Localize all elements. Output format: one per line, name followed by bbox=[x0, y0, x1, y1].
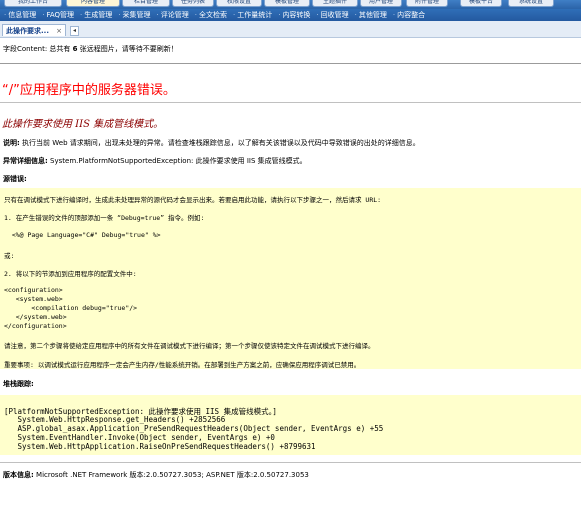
subnav-item[interactable]: · 内容转换 bbox=[274, 9, 312, 21]
source-line: 重要事项: 以调试模式运行应用程序一定会产生内存/性能系统开销。在部署到生产方案… bbox=[4, 361, 361, 369]
document-tab-strip: 此操作要求... × ◂ bbox=[0, 21, 581, 38]
top-tab-attachments[interactable]: 附件管理 bbox=[406, 0, 448, 7]
subnav-item[interactable]: · 采集管理 bbox=[114, 9, 152, 21]
subnav-item[interactable]: · FAQ管理 bbox=[38, 9, 76, 21]
divider bbox=[0, 462, 581, 463]
stack-line: System.Web.HttpApplication.RaiseOnPreSen… bbox=[4, 442, 316, 451]
source-line: 2. 将以下的节添加到应用程序的配置文件中: bbox=[4, 270, 137, 278]
subnav-item[interactable]: · 工作量统计 bbox=[229, 9, 274, 21]
subnav-item[interactable]: · 其他管理 bbox=[351, 9, 389, 21]
top-tab-template-platform[interactable]: 模板平台 bbox=[460, 0, 502, 7]
stack-trace-box: [PlatformNotSupportedException: 此操作要求使用 … bbox=[0, 395, 581, 455]
source-error-box: 只有在调试模式下进行编译时，生成此未处理异常的源代码才会显示出来。若要启用此功能… bbox=[0, 188, 581, 369]
subnav-item[interactable]: · 评论管理 bbox=[153, 9, 191, 21]
source-line: <%@ Page Language="C#" Debug="true" %> bbox=[4, 231, 161, 239]
document-tab[interactable]: 此操作要求... × bbox=[2, 24, 66, 36]
source-line: <configuration> bbox=[4, 286, 63, 294]
subnav-item[interactable]: · 信息管理 bbox=[0, 9, 38, 21]
source-line: 1. 在产生错误的文件的顶部添加一条 “Debug=true” 指令。例如: bbox=[4, 214, 205, 222]
subnav-item[interactable]: · 生成管理 bbox=[76, 9, 114, 21]
top-tab-workbench[interactable]: 我的工作台 bbox=[4, 0, 62, 7]
document-tab-label: 此操作要求... bbox=[6, 27, 49, 35]
source-line: <compilation debug="true"/> bbox=[4, 304, 138, 312]
error-subtitle: 此操作要求使用 IIS 集成管线模式。 bbox=[2, 119, 164, 130]
version-info: 版本信息: Microsoft .NET Framework 版本:2.0.50… bbox=[3, 471, 309, 479]
divider bbox=[0, 102, 581, 103]
exception-details: 异常详细信息: System.PlatformNotSupportedExcep… bbox=[3, 157, 307, 165]
progress-notice: 字段Content: 总共有 6 张远程图片，请等待不要刷新！ bbox=[3, 45, 178, 53]
top-tab-users[interactable]: 用户管理 bbox=[360, 0, 402, 7]
source-line: <system.web> bbox=[4, 295, 63, 303]
tab-menu-icon[interactable]: ◂ bbox=[70, 26, 79, 36]
source-line: 请注意，第二个步骤将使给定应用程序中的所有文件在调试模式下进行编译；第一个步骤仅… bbox=[4, 342, 375, 350]
subnav-item[interactable]: · 全文检索 bbox=[191, 9, 229, 21]
close-icon[interactable]: × bbox=[56, 25, 62, 37]
error-description: 说明: 执行当前 Web 请求期间，出现未处理的异常。请检查堆栈跟踪信息，以了解… bbox=[3, 139, 420, 147]
top-navigation: 我的工作台 内容管理 栏目管理 任务列表 权限设置 模板管理 主题插件 用户管理… bbox=[0, 0, 581, 9]
top-tab-column[interactable]: 栏目管理 bbox=[122, 0, 170, 7]
divider bbox=[0, 63, 581, 64]
top-tab-content[interactable]: 内容管理 bbox=[66, 0, 120, 7]
stack-line: System.EventHandler.Invoke(Object sender… bbox=[4, 433, 275, 442]
source-line: 只有在调试模式下进行编译时，生成此未处理异常的源代码才会显示出来。若要启用此功能… bbox=[4, 196, 382, 204]
top-tab-permissions[interactable]: 权限设置 bbox=[216, 0, 262, 7]
sub-navigation: · 信息管理 · FAQ管理 · 生成管理 · 采集管理 · 评论管理 · 全文检索 · 工作量统计 · 内容… bbox=[0, 9, 581, 21]
stack-line: System.Web.HttpResponse.get_Headers() +2… bbox=[4, 415, 226, 424]
source-line: </configuration> bbox=[4, 322, 67, 330]
stack-line: ASP.global_asax.Application_PreSendReque… bbox=[4, 424, 384, 433]
source-line: </system.web> bbox=[4, 313, 67, 321]
top-tab-system[interactable]: 系统设置 bbox=[508, 0, 554, 7]
source-error-heading: 源错误: bbox=[3, 175, 27, 183]
top-tab-tasks[interactable]: 任务列表 bbox=[172, 0, 214, 7]
top-tab-templates[interactable]: 模板管理 bbox=[264, 0, 310, 7]
error-title: “/”应用程序中的服务器错误。 bbox=[2, 83, 176, 98]
top-tab-plugins[interactable]: 主题插件 bbox=[312, 0, 358, 7]
subnav-item[interactable]: · 回收管理 bbox=[312, 9, 350, 21]
subnav-item[interactable]: · 内容整合 bbox=[389, 9, 427, 21]
stack-trace-heading: 堆栈跟踪: bbox=[3, 380, 34, 388]
source-line: 或: bbox=[4, 252, 15, 260]
